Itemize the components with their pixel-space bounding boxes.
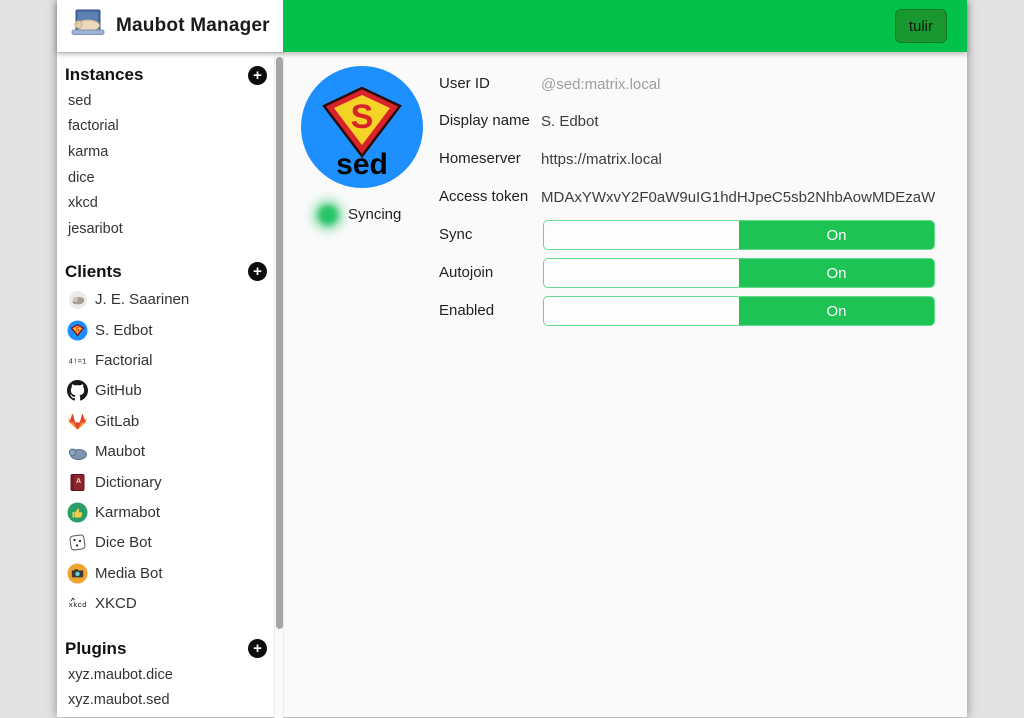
thumbs-up-icon bbox=[67, 502, 88, 523]
sidebar-item-instance-dice[interactable]: dice bbox=[57, 165, 283, 191]
access-token-input[interactable] bbox=[541, 187, 935, 207]
sidebar-item-client-github[interactable]: GitHub bbox=[57, 376, 283, 406]
sync-toggle-on-half[interactable]: On bbox=[739, 221, 934, 249]
header: Maubot Manager tulir bbox=[57, 0, 967, 52]
client-detail-panel: S sed Syncing User ID Display name Homes… bbox=[283, 52, 967, 717]
client-label: GitHub bbox=[95, 382, 142, 399]
autojoin-toggle-on-half[interactable]: On bbox=[739, 259, 934, 287]
sidebar-item-client-xkcd[interactable]: xkcd XKCD bbox=[57, 588, 283, 618]
dice-icon bbox=[67, 532, 88, 553]
client-label: Dictionary bbox=[95, 474, 162, 491]
sidebar-item-instance-factorial[interactable]: factorial bbox=[57, 114, 283, 140]
client-label: Maubot bbox=[95, 443, 145, 460]
sidebar-item-client-gitlab[interactable]: GitLab bbox=[57, 406, 283, 436]
sidebar-item-plugin-dice[interactable]: xyz.maubot.dice bbox=[57, 662, 283, 688]
enabled-toggle[interactable]: On bbox=[543, 296, 935, 326]
superman-shield-icon: S bbox=[67, 320, 88, 341]
instances-title: Instances bbox=[65, 65, 143, 85]
client-label: XKCD bbox=[95, 595, 137, 612]
sidebar-item-client-dicebot[interactable]: Dice Bot bbox=[57, 528, 283, 558]
homeserver-label: Homeserver bbox=[439, 149, 521, 169]
user-id-label: User ID bbox=[439, 74, 490, 94]
client-label: Karmabot bbox=[95, 504, 160, 521]
svg-text:4!=1: 4!=1 bbox=[68, 359, 87, 367]
autojoin-toggle-label: Autojoin bbox=[439, 263, 493, 283]
client-label: Media Bot bbox=[95, 565, 163, 582]
user-menu-button[interactable]: tulir bbox=[895, 9, 947, 43]
sync-toggle-off-half[interactable] bbox=[544, 221, 739, 249]
sidebar-item-client-saarinen[interactable]: J. E. Saarinen bbox=[57, 285, 283, 315]
sidebar-item-instance-xkcd[interactable]: xkcd bbox=[57, 190, 283, 216]
clients-title: Clients bbox=[65, 262, 122, 282]
display-name-label: Display name bbox=[439, 111, 530, 131]
factorial-formula-icon: 4!=1 bbox=[67, 350, 88, 371]
gitlab-fox-icon bbox=[67, 411, 88, 432]
svg-text:A: A bbox=[76, 478, 81, 485]
add-plugin-button[interactable]: + bbox=[248, 639, 267, 658]
sidebar-scrollbar[interactable] bbox=[274, 53, 283, 718]
client-label: GitLab bbox=[95, 413, 139, 430]
sidebar-item-client-maubot[interactable]: Maubot bbox=[57, 437, 283, 467]
dictionary-book-icon: A bbox=[67, 472, 88, 493]
instances-section-header: Instances + bbox=[57, 62, 283, 88]
topbar: tulir bbox=[283, 0, 967, 52]
sync-toggle-label: Sync bbox=[439, 225, 472, 245]
sidebar-item-client-factorial[interactable]: 4!=1 Factorial bbox=[57, 345, 283, 375]
maubot-cat-icon bbox=[67, 441, 88, 462]
sidebar-item-client-karmabot[interactable]: Karmabot bbox=[57, 497, 283, 527]
access-token-label: Access token bbox=[439, 187, 528, 207]
app-window: Maubot Manager tulir Instances + sed fac… bbox=[57, 0, 967, 717]
svg-text:S: S bbox=[75, 326, 80, 333]
client-avatar: S sed bbox=[301, 66, 423, 188]
display-name-input[interactable] bbox=[541, 111, 841, 131]
sidebar-item-client-dictionary[interactable]: A Dictionary bbox=[57, 467, 283, 497]
client-label: S. Edbot bbox=[95, 322, 153, 339]
sidebar-item-instance-sed[interactable]: sed bbox=[57, 88, 283, 114]
sidebar-item-instance-karma[interactable]: karma bbox=[57, 139, 283, 165]
github-octocat-icon bbox=[67, 380, 88, 401]
add-instance-button[interactable]: + bbox=[248, 66, 267, 85]
sidebar-item-client-mediabot[interactable]: Media Bot bbox=[57, 558, 283, 588]
autojoin-toggle[interactable]: On bbox=[543, 258, 935, 288]
svg-text:S: S bbox=[351, 98, 374, 136]
camera-icon bbox=[67, 563, 88, 584]
app-title: Maubot Manager bbox=[116, 15, 270, 37]
client-label: Factorial bbox=[95, 352, 153, 369]
add-client-button[interactable]: + bbox=[248, 262, 267, 281]
sidebar-scrollbar-thumb[interactable] bbox=[276, 57, 283, 629]
sync-toggle[interactable]: On bbox=[543, 220, 935, 250]
homeserver-input[interactable] bbox=[541, 149, 841, 169]
enabled-toggle-label: Enabled bbox=[439, 301, 494, 321]
sync-status-label: Syncing bbox=[348, 205, 401, 225]
svg-text:sed: sed bbox=[336, 148, 388, 181]
xkcd-logo-icon: xkcd bbox=[67, 593, 88, 614]
client-label: Dice Bot bbox=[95, 534, 152, 551]
sidebar-item-instance-jesaribot[interactable]: jesaribot bbox=[57, 216, 283, 242]
client-label: J. E. Saarinen bbox=[95, 291, 189, 308]
clients-section-header: Clients + bbox=[57, 259, 283, 285]
sidebar-item-client-sedbot[interactable]: S S. Edbot bbox=[57, 315, 283, 345]
sync-status-dot-icon bbox=[318, 205, 338, 225]
autojoin-toggle-off-half[interactable] bbox=[544, 259, 739, 287]
cat-avatar-icon bbox=[67, 289, 88, 310]
enabled-toggle-on-half[interactable]: On bbox=[739, 297, 934, 325]
enabled-toggle-off-half[interactable] bbox=[544, 297, 739, 325]
sidebar-item-plugin-sed[interactable]: xyz.maubot.sed bbox=[57, 687, 283, 713]
sidebar: Instances + sed factorial karma dice xkc… bbox=[57, 52, 283, 717]
user-id-value bbox=[541, 74, 841, 94]
maubot-cat-laptop-logo-icon bbox=[69, 8, 107, 45]
brand: Maubot Manager bbox=[57, 0, 283, 52]
svg-text:xkcd: xkcd bbox=[68, 602, 86, 610]
plugins-section-header: Plugins + bbox=[57, 636, 283, 662]
plugins-title: Plugins bbox=[65, 639, 126, 659]
